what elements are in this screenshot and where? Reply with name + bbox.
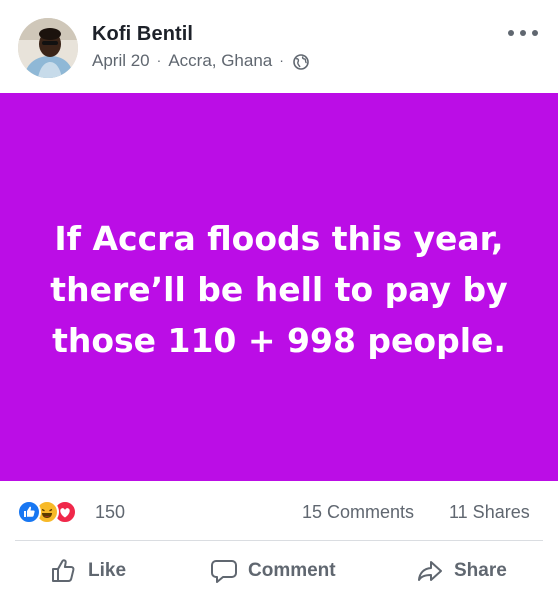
engagement-bar: 150 15 Comments 11 Shares [0, 492, 558, 532]
shares-count[interactable]: 11 Shares [449, 502, 530, 523]
comment-button[interactable]: Comment [210, 556, 336, 586]
status-text: If Accra floods this year, there’ll be h… [50, 218, 508, 360]
author-name[interactable]: Kofi Bentil [92, 23, 193, 46]
avatar[interactable] [18, 18, 78, 78]
post-location[interactable]: Accra, Ghana [168, 51, 272, 71]
comment-label: Comment [248, 560, 336, 581]
meta-separator: · [279, 52, 284, 68]
post-header: Kofi Bentil April 20 · Accra, Ghana · [0, 0, 558, 92]
share-label: Share [454, 560, 507, 581]
reaction-icons[interactable] [17, 500, 93, 524]
post-meta: April 20 · Accra, Ghana · [92, 51, 309, 71]
more-options-icon[interactable] [508, 26, 538, 40]
comments-count[interactable]: 15 Comments [302, 502, 414, 523]
profile-photo [18, 18, 78, 78]
post-date[interactable]: April 20 [92, 51, 150, 71]
like-button[interactable]: Like [50, 556, 126, 586]
like-reaction-icon [17, 500, 41, 524]
comment-bubble-icon [211, 560, 237, 583]
share-button[interactable]: Share [416, 556, 507, 586]
thumbs-up-icon [52, 559, 75, 582]
share-arrow-icon [418, 561, 442, 581]
status-background: If Accra floods this year, there’ll be h… [0, 93, 558, 481]
action-bar: Like Comment Share [0, 548, 558, 594]
post-card: Kofi Bentil April 20 · Accra, Ghana · If… [0, 0, 558, 600]
like-label: Like [88, 560, 127, 581]
reactions-count[interactable]: 150 [95, 502, 125, 523]
globe-icon[interactable] [293, 54, 309, 70]
meta-separator: · [156, 52, 162, 68]
divider [15, 540, 543, 541]
